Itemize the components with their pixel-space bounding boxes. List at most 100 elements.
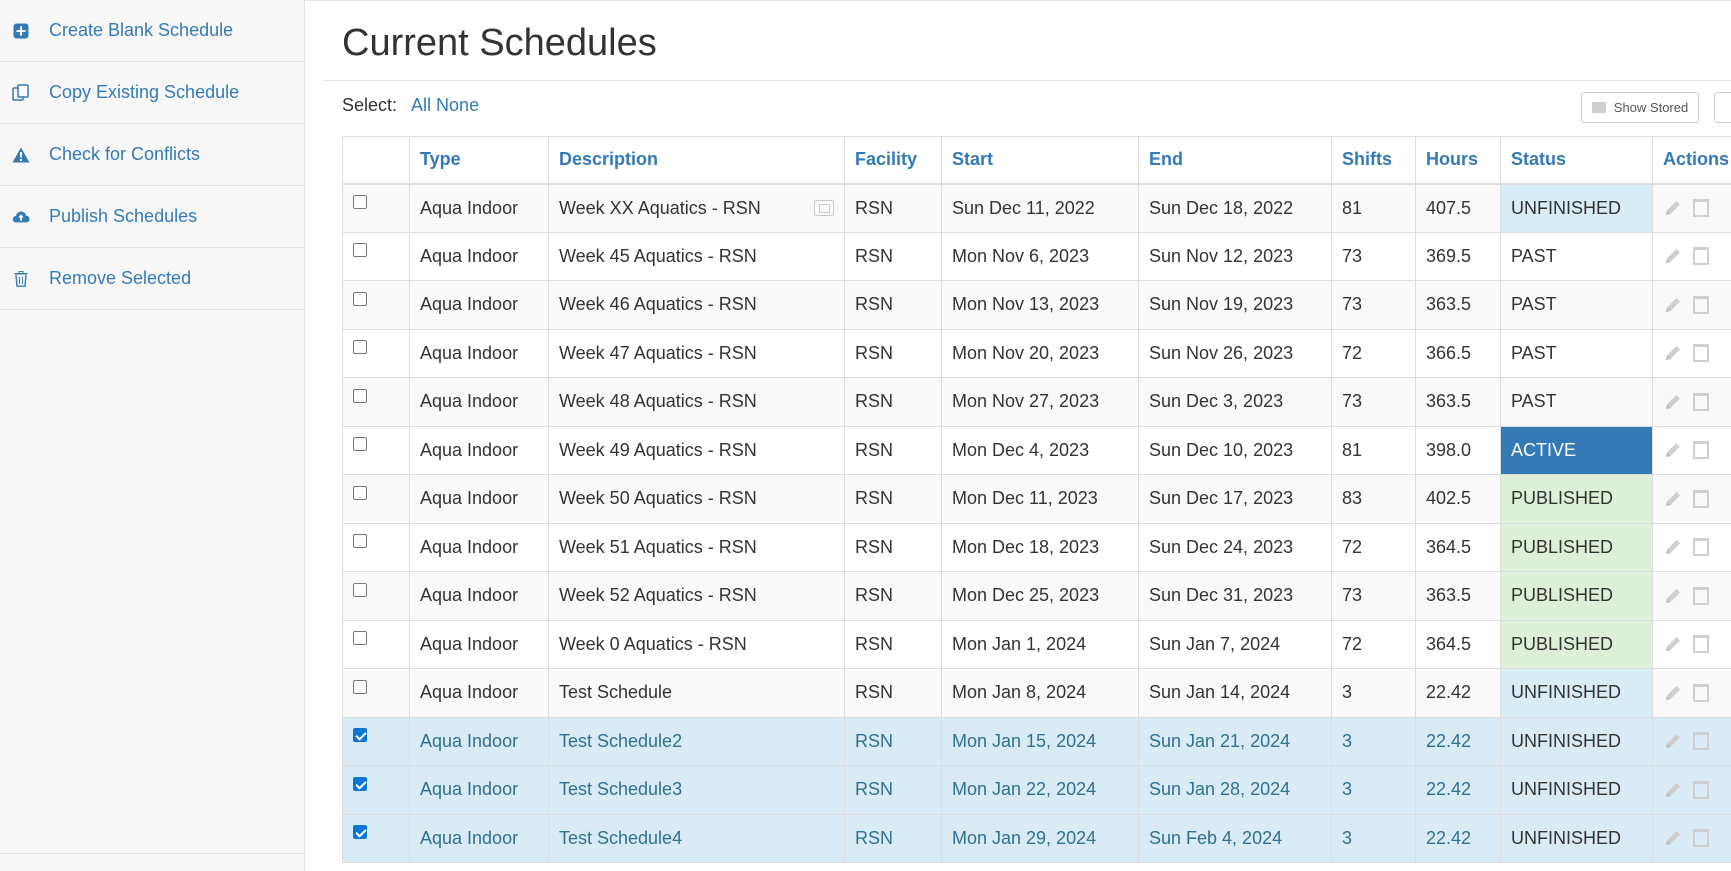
edit-pencil-icon[interactable] <box>1663 343 1683 363</box>
column-header-facility[interactable]: Facility <box>844 136 942 185</box>
edit-pencil-icon[interactable] <box>1663 731 1683 751</box>
table-row[interactable]: Aqua Indoor Week XX Aquatics - RSN RSN Sun … <box>342 183 1731 233</box>
row-checkbox[interactable] <box>353 679 367 694</box>
column-header-start[interactable]: Start <box>941 136 1139 185</box>
status-badge: ACTIVE <box>1500 425 1653 475</box>
check-conflicts-button[interactable]: Check for Conflicts <box>0 124 304 186</box>
show-stored-label: Show Stored <box>1613 100 1689 115</box>
edit-pencil-icon[interactable] <box>1663 683 1683 703</box>
toolbar-extra-button[interactable] <box>1714 92 1731 123</box>
row-checkbox[interactable] <box>353 437 367 451</box>
columns-icon[interactable] <box>1693 780 1709 799</box>
row-checkbox[interactable] <box>353 291 367 306</box>
row-checkbox[interactable] <box>353 631 367 645</box>
row-checkbox[interactable] <box>353 728 367 742</box>
cell-actions <box>1652 765 1731 815</box>
row-checkbox[interactable] <box>353 243 367 257</box>
edit-pencil-icon[interactable] <box>1663 295 1683 315</box>
copy-existing-schedule-button[interactable]: Copy Existing Schedule <box>0 62 304 124</box>
columns-icon[interactable] <box>1693 538 1709 557</box>
edit-pencil-icon[interactable] <box>1663 634 1683 654</box>
cell-hours: 22.42 <box>1415 716 1501 766</box>
columns-icon[interactable] <box>1693 295 1709 314</box>
columns-icon[interactable] <box>1693 683 1709 702</box>
cell-end: Sun Jan 7, 2024 <box>1138 619 1332 669</box>
cell-start: Mon Nov 6, 2023 <box>941 231 1139 281</box>
row-checkbox[interactable] <box>353 485 367 500</box>
table-row[interactable]: Aqua Indoor Week 47 Aquatics - RSN RSN Mon … <box>342 328 1731 378</box>
edit-pencil-icon[interactable] <box>1663 246 1683 266</box>
edit-pencil-icon[interactable] <box>1663 440 1683 460</box>
column-header-status[interactable]: Status <box>1500 136 1653 185</box>
show-stored-button[interactable]: Show Stored <box>1581 92 1699 123</box>
column-header-shifts[interactable]: Shifts <box>1331 136 1416 185</box>
columns-icon[interactable] <box>1693 392 1709 411</box>
table-body: Aqua Indoor Week XX Aquatics - RSN RSN Sun … <box>342 183 1731 863</box>
columns-icon[interactable] <box>1693 441 1709 460</box>
row-checkbox[interactable] <box>353 534 367 548</box>
columns-icon[interactable] <box>1693 247 1709 266</box>
cell-end: Sun Jan 14, 2024 <box>1138 668 1332 718</box>
edit-pencil-icon[interactable] <box>1663 198 1683 218</box>
columns-icon[interactable] <box>1693 829 1709 848</box>
row-checkbox[interactable] <box>353 194 367 209</box>
cell-type: Aqua Indoor <box>409 571 549 621</box>
cell-description: Week 51 Aquatics - RSN <box>548 522 845 572</box>
columns-icon[interactable] <box>1693 586 1709 605</box>
template-icon[interactable] <box>814 200 834 216</box>
cell-end: Sun Dec 10, 2023 <box>1138 425 1332 475</box>
cell-description: Week 48 Aquatics - RSN <box>548 377 845 427</box>
table-row[interactable]: Aqua Indoor Week 50 Aquatics - RSN RSN Mon … <box>342 474 1731 524</box>
remove-selected-button[interactable]: Remove Selected <box>0 248 304 310</box>
row-checkbox[interactable] <box>353 582 367 597</box>
row-checkbox[interactable] <box>353 776 367 791</box>
column-header-hours[interactable]: Hours <box>1415 136 1501 185</box>
select-all-link[interactable]: All <box>411 95 431 116</box>
row-checkbox[interactable] <box>353 340 367 354</box>
table-row[interactable]: Aqua Indoor Week 45 Aquatics - RSN RSN Mon … <box>342 231 1731 281</box>
title-divider <box>323 80 1731 81</box>
table-row[interactable]: Aqua Indoor Week 0 Aquatics - RSN RSN Mon J… <box>342 619 1731 669</box>
cell-facility: RSN <box>844 425 942 475</box>
edit-pencil-icon[interactable] <box>1663 780 1683 800</box>
columns-icon[interactable] <box>1693 344 1709 363</box>
cell-shifts: 72 <box>1331 522 1416 572</box>
create-blank-schedule-button[interactable]: Create Blank Schedule <box>0 0 304 62</box>
table-row[interactable]: Aqua Indoor Week 46 Aquatics - RSN RSN Mon … <box>342 280 1731 330</box>
table-row[interactable]: Aqua Indoor Test Schedule RSN Mon Jan 8, 20… <box>342 668 1731 718</box>
cell-facility: RSN <box>844 813 942 863</box>
status-badge: PUBLISHED <box>1500 522 1653 572</box>
columns-icon[interactable] <box>1693 635 1709 654</box>
cell-end: Sun Jan 28, 2024 <box>1138 765 1332 815</box>
columns-icon[interactable] <box>1693 199 1709 217</box>
cell-actions <box>1652 716 1731 766</box>
edit-pencil-icon[interactable] <box>1663 537 1683 557</box>
cell-facility: RSN <box>844 280 942 330</box>
publish-schedules-button[interactable]: Publish Schedules <box>0 186 304 248</box>
edit-pencil-icon[interactable] <box>1663 828 1683 848</box>
page-title: Current Schedules <box>342 22 657 64</box>
row-select-cell <box>342 716 410 766</box>
table-row[interactable]: Aqua Indoor Test Schedule3 RSN Mon Jan 22, … <box>342 765 1731 815</box>
columns-icon[interactable] <box>1693 732 1709 751</box>
table-row[interactable]: Aqua Indoor Week 48 Aquatics - RSN RSN Mon … <box>342 377 1731 427</box>
edit-pencil-icon[interactable] <box>1663 586 1683 606</box>
row-checkbox[interactable] <box>353 825 367 839</box>
column-header-end[interactable]: End <box>1138 136 1332 185</box>
edit-pencil-icon[interactable] <box>1663 489 1683 509</box>
table-row[interactable]: Aqua Indoor Week 52 Aquatics - RSN RSN Mon … <box>342 571 1731 621</box>
cell-facility: RSN <box>844 765 942 815</box>
table-row[interactable]: Aqua Indoor Week 51 Aquatics - RSN RSN Mon … <box>342 522 1731 572</box>
columns-icon[interactable] <box>1693 489 1709 508</box>
table-row[interactable]: Aqua Indoor Week 49 Aquatics - RSN RSN Mon … <box>342 425 1731 475</box>
table-row[interactable]: Aqua Indoor Test Schedule4 RSN Mon Jan 29, … <box>342 813 1731 863</box>
row-checkbox[interactable] <box>353 388 367 403</box>
edit-pencil-icon[interactable] <box>1663 392 1683 412</box>
select-none-link[interactable]: None <box>436 95 479 116</box>
status-badge: PUBLISHED <box>1500 474 1653 524</box>
table-row[interactable]: Aqua Indoor Test Schedule2 RSN Mon Jan 15, … <box>342 716 1731 766</box>
column-header-description[interactable]: Description <box>548 136 845 185</box>
table-header-row: Type Description Facility Start End Shif… <box>342 136 1731 185</box>
cell-hours: 369.5 <box>1415 231 1501 281</box>
column-header-type[interactable]: Type <box>409 136 549 185</box>
